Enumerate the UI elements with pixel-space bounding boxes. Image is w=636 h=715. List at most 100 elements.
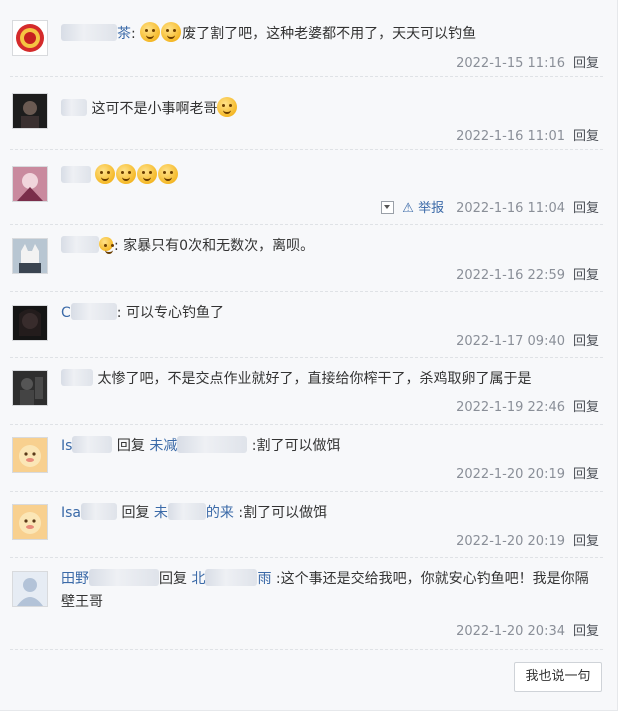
comment-time: 2022-1-16 11:04	[456, 201, 565, 216]
reply-button[interactable]: 回复	[573, 56, 599, 71]
comment-item: ⚠ 举报 2022-1-16 11:04 回复	[0, 150, 617, 225]
reply-target-user[interactable]: 未	[154, 505, 168, 521]
blurred-username[interactable]	[72, 436, 113, 453]
comment-meta: 2022-1-19 22:46 回复	[456, 396, 599, 415]
comment-text: : 家暴只有0次和无数次，离呗。	[114, 238, 315, 254]
comment-time: 2022-1-19 22:46	[456, 400, 565, 415]
avatar[interactable]	[12, 370, 48, 406]
comment-item: Isa 回复 未 的来 :割了可以做饵 2022-1-20 20:19 回复	[0, 492, 617, 558]
blurred-username[interactable]	[61, 369, 93, 386]
smile-emoji-icon	[99, 237, 113, 254]
avatar[interactable]	[12, 166, 48, 202]
username[interactable]: C	[61, 305, 71, 321]
dropdown-toggle-icon[interactable]	[381, 201, 395, 214]
comment-time: 2022-1-16 22:59	[456, 268, 565, 283]
warning-icon: ⚠	[402, 201, 414, 216]
blurred-username[interactable]	[89, 569, 159, 586]
reply-button[interactable]: 回复	[573, 400, 599, 415]
avatar[interactable]	[12, 305, 48, 341]
reply-target-user[interactable]: 未减	[149, 438, 177, 454]
comment-time: 2022-1-20 20:19	[456, 467, 565, 482]
comment-content: : 家暴只有0次和无数次，离呗。	[61, 235, 599, 258]
blurred-username[interactable]	[70, 303, 117, 320]
reply-word: 回复	[121, 505, 150, 521]
reply-button[interactable]: 回复	[573, 467, 599, 482]
blurred-username[interactable]	[61, 24, 117, 41]
smile-emoji-icon	[161, 22, 182, 42]
reply-button[interactable]: 回复	[573, 534, 599, 549]
comment-text: : 可以专心钓鱼了	[116, 305, 224, 321]
comment-text: :割了可以做饵	[238, 505, 328, 521]
blurred-username[interactable]	[177, 436, 248, 453]
avatar[interactable]	[12, 571, 48, 607]
comment-meta: 2022-1-20 20:19 回复	[456, 463, 599, 482]
comment-meta: 2022-1-17 09:40 回复	[456, 330, 599, 349]
comment-time: 2022-1-20 20:19	[456, 534, 565, 549]
comment-time: 2022-1-17 09:40	[456, 334, 565, 349]
reply-button[interactable]: 回复	[573, 201, 599, 216]
comment-meta: 2022-1-20 20:19 回复	[456, 530, 599, 549]
comment-text: :割了可以做饵	[251, 438, 341, 454]
comment-time: 2022-1-15 11:16	[456, 56, 565, 71]
comment-text: 废了割了吧，这种老婆都不用了，天天可以钓鱼	[182, 26, 477, 42]
reply-button[interactable]: 回复	[573, 624, 599, 639]
blurred-username[interactable]	[61, 236, 99, 253]
comment-content: 太惨了吧，不是交点作业就好了，直接给你榨干了，杀鸡取卵了属于是	[61, 368, 599, 391]
comment-content: 茶: 废了割了吧，这种老婆都不用了，天天可以钓鱼	[61, 22, 599, 46]
blurred-username[interactable]	[61, 99, 87, 116]
comment-time: 2022-1-16 11:01	[456, 129, 565, 144]
comment-meta: 2022-1-16 22:59 回复	[456, 264, 599, 283]
comment-content: Is 回复 未减 :割了可以做饵	[61, 435, 599, 458]
smile-emoji-icon	[95, 164, 116, 184]
username[interactable]: 田野	[61, 571, 89, 587]
reply-target-user[interactable]: 北	[191, 571, 205, 587]
comment-meta: 2022-1-20 20:34 回复	[456, 620, 599, 639]
blurred-username[interactable]	[81, 503, 118, 520]
comment-item: 田野 回复 北雨 :这个事还是交给我吧，你就安心钓鱼吧！我是你隔壁王哥 2022-…	[0, 558, 617, 650]
comment-content: 这可不是小事啊老哥	[61, 97, 599, 121]
reply-target-user[interactable]: 的来	[206, 505, 234, 521]
blurred-username[interactable]	[167, 503, 206, 520]
post-comment-button[interactable]: 我也说一句	[514, 662, 602, 692]
reply-word: 回复	[116, 438, 145, 454]
comment-time: 2022-1-20 20:34	[456, 624, 565, 639]
comment-meta: 2022-1-16 11:01 回复	[456, 125, 599, 144]
divider	[10, 649, 603, 650]
comment-content: 田野 回复 北雨 :这个事还是交给我吧，你就安心钓鱼吧！我是你隔壁王哥	[61, 568, 599, 614]
reply-button[interactable]: 回复	[573, 334, 599, 349]
comment-item: 这可不是小事啊老哥 2022-1-16 11:01 回复	[0, 77, 617, 150]
comment-panel: 茶: 废了割了吧，这种老婆都不用了，天天可以钓鱼 2022-1-15 11:16…	[0, 0, 618, 711]
comment-item: : 家暴只有0次和无数次，离呗。 2022-1-16 22:59 回复	[0, 225, 617, 292]
blurred-username[interactable]	[205, 569, 258, 586]
avatar[interactable]	[12, 238, 48, 274]
smile-emoji-icon	[140, 22, 161, 42]
comment-content	[61, 164, 599, 188]
reply-word: 回复	[159, 571, 187, 587]
comment-item: Is 回复 未减 :割了可以做饵 2022-1-20 20:19 回复	[0, 425, 617, 492]
comment-item: C : 可以专心钓鱼了 2022-1-17 09:40 回复	[0, 292, 617, 358]
comment-content: C : 可以专心钓鱼了	[61, 302, 599, 325]
smile-emoji-icon	[137, 164, 158, 184]
avatar[interactable]	[12, 20, 48, 56]
smile-emoji-icon	[158, 164, 179, 184]
avatar[interactable]	[12, 93, 48, 129]
username[interactable]: Isa	[61, 505, 81, 521]
reply-button[interactable]: 回复	[573, 268, 599, 283]
comment-meta: ⚠ 举报 2022-1-16 11:04 回复	[381, 197, 599, 216]
reply-target-user[interactable]: 雨	[257, 571, 271, 587]
comment-text: 这可不是小事啊老哥	[91, 101, 218, 117]
report-label: 举报	[418, 201, 445, 216]
reply-button[interactable]: 回复	[573, 129, 599, 144]
comment-item: 太惨了吧，不是交点作业就好了，直接给你榨干了，杀鸡取卵了属于是 2022-1-1…	[0, 358, 617, 425]
avatar[interactable]	[12, 504, 48, 540]
avatar[interactable]	[12, 437, 48, 473]
scared-emoji-icon	[217, 97, 238, 117]
comment-meta: 2022-1-15 11:16 回复	[456, 52, 599, 71]
report-button[interactable]: ⚠ 举报	[402, 201, 444, 216]
username[interactable]: 茶	[117, 26, 131, 42]
comment-text: 太惨了吧，不是交点作业就好了，直接给你榨干了，杀鸡取卵了属于是	[97, 371, 532, 387]
comment-content: Isa 回复 未 的来 :割了可以做饵	[61, 502, 599, 525]
blurred-username[interactable]	[61, 166, 91, 183]
username[interactable]: Is	[61, 438, 72, 454]
smile-emoji-icon	[116, 164, 137, 184]
